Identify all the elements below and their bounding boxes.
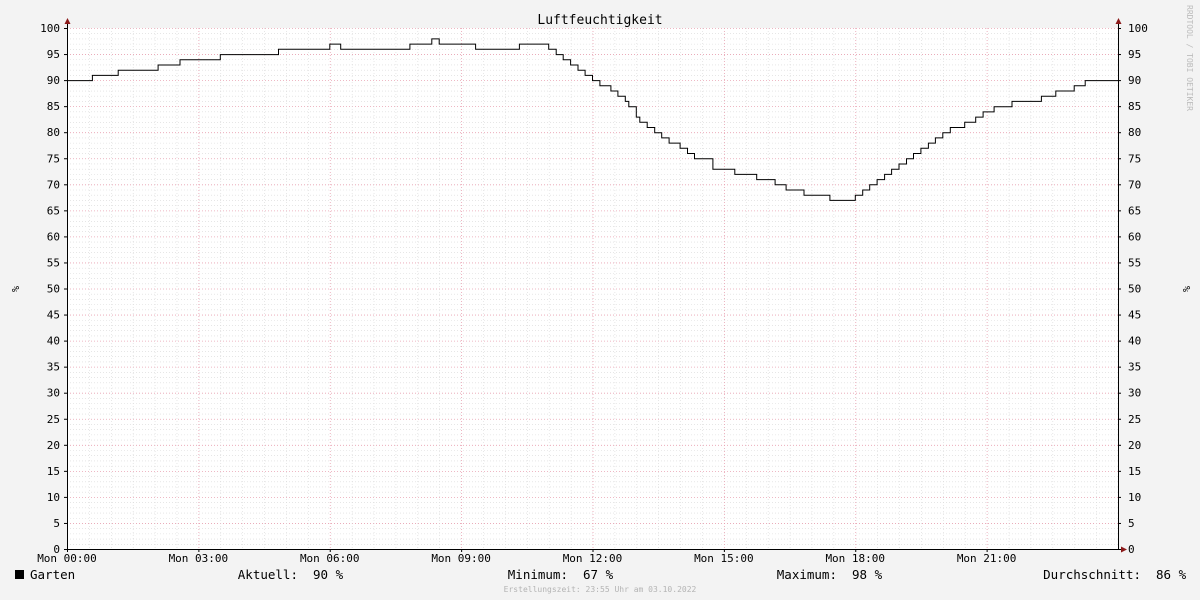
x-tick-label: Mon 18:00 — [825, 552, 885, 565]
y-tick-label-left: 55 — [47, 256, 60, 269]
y-tick-label-right: 70 — [1128, 178, 1141, 191]
legend-series-label: Garten — [30, 567, 75, 582]
y-tick-label-right: 10 — [1128, 491, 1141, 504]
legend-stat-label: Durchschnitt: — [1043, 567, 1141, 582]
y-tick-label-left: 45 — [47, 309, 60, 322]
y-tick-label-left: 60 — [47, 230, 60, 243]
x-tick-label: Mon 03:00 — [169, 552, 229, 565]
y-tick-label-right: 55 — [1128, 256, 1141, 269]
chart-root: 0 5 10 15 20 25 30 35 40 45 50 55 60 65 70 75 80 85 90 95 10… — [0, 0, 1200, 600]
y-tick-label-left: 20 — [47, 439, 60, 452]
chart-title: Luftfeuchtigkeit — [537, 13, 662, 28]
y-tick-label-left: 80 — [47, 126, 60, 139]
x-tick-label: Mon 06:00 — [300, 552, 360, 565]
y-tick-label-left: 100 — [40, 22, 60, 35]
y-tick-label-left: 70 — [47, 178, 60, 191]
legend-stat-value: 86 % — [1156, 567, 1187, 582]
y-axis-label-right: % — [1180, 286, 1191, 292]
y-tick-label-right: 100 — [1128, 22, 1148, 35]
y-tick-label-left: 40 — [47, 335, 60, 348]
y-axis-label-left: % — [9, 286, 20, 292]
legend-swatch — [15, 570, 24, 579]
x-tick-label: Mon 21:00 — [957, 552, 1017, 565]
legend-stat-label: Maximum: — [777, 567, 837, 582]
y-tick-label-right: 5 — [1128, 517, 1135, 530]
y-tick-label-right: 35 — [1128, 361, 1141, 374]
y-tick-label-right: 25 — [1128, 413, 1141, 426]
y-tick-label-right: 65 — [1128, 204, 1141, 217]
x-tick-label: Mon 00:00 — [37, 552, 97, 565]
y-tick-label-right: 75 — [1128, 152, 1141, 165]
y-tick-label-right: 95 — [1128, 48, 1141, 61]
legend-stat-value: 67 % — [583, 567, 614, 582]
x-tick-label: Mon 09:00 — [431, 552, 491, 565]
y-tick-label-left: 15 — [47, 465, 60, 478]
y-tick-label-left: 75 — [47, 152, 60, 165]
y-tick-label-right: 90 — [1128, 74, 1141, 87]
y-tick-label-right: 15 — [1128, 465, 1141, 478]
y-tick-label-left: 50 — [47, 283, 60, 296]
y-tick-label-right: 50 — [1128, 283, 1141, 296]
y-tick-label-left: 35 — [47, 361, 60, 374]
legend-stat-value: 98 % — [852, 567, 883, 582]
y-tick-label-left: 10 — [47, 491, 60, 504]
y-tick-label-left: 85 — [47, 100, 60, 113]
y-tick-label-left: 95 — [47, 48, 60, 61]
y-tick-label-right: 60 — [1128, 230, 1141, 243]
legend-stat-label: Minimum: — [508, 567, 568, 582]
y-tick-label-left: 25 — [47, 413, 60, 426]
x-tick-label: Mon 15:00 — [694, 552, 754, 565]
y-tick-label-right: 30 — [1128, 387, 1141, 400]
y-tick-label-left: 30 — [47, 387, 60, 400]
y-tick-label-left: 65 — [47, 204, 60, 217]
y-tick-label-right: 20 — [1128, 439, 1141, 452]
y-tick-label-left: 5 — [53, 517, 60, 530]
y-tick-label-right: 40 — [1128, 335, 1141, 348]
y-tick-label-left: 90 — [47, 74, 60, 87]
chart-svg: 0 5 10 15 20 25 30 35 40 45 50 55 60 65 70 75 80 85 90 95 10… — [0, 0, 1200, 600]
legend-stat-label: Aktuell: — [238, 567, 298, 582]
creation-time-footnote: Erstellungszeit: 23:55 Uhr am 03.10.2022 — [504, 585, 697, 594]
chart-canvas — [67, 28, 1118, 549]
legend-stat-value: 90 % — [313, 567, 344, 582]
x-tick-label: Mon 12:00 — [563, 552, 623, 565]
y-tick-label-right: 0 — [1128, 543, 1135, 556]
rrdtool-watermark: RRDTOOL / TOBI OETIKER — [1185, 5, 1194, 111]
y-tick-label-right: 80 — [1128, 126, 1141, 139]
y-tick-label-right: 85 — [1128, 100, 1141, 113]
y-tick-label-right: 45 — [1128, 309, 1141, 322]
